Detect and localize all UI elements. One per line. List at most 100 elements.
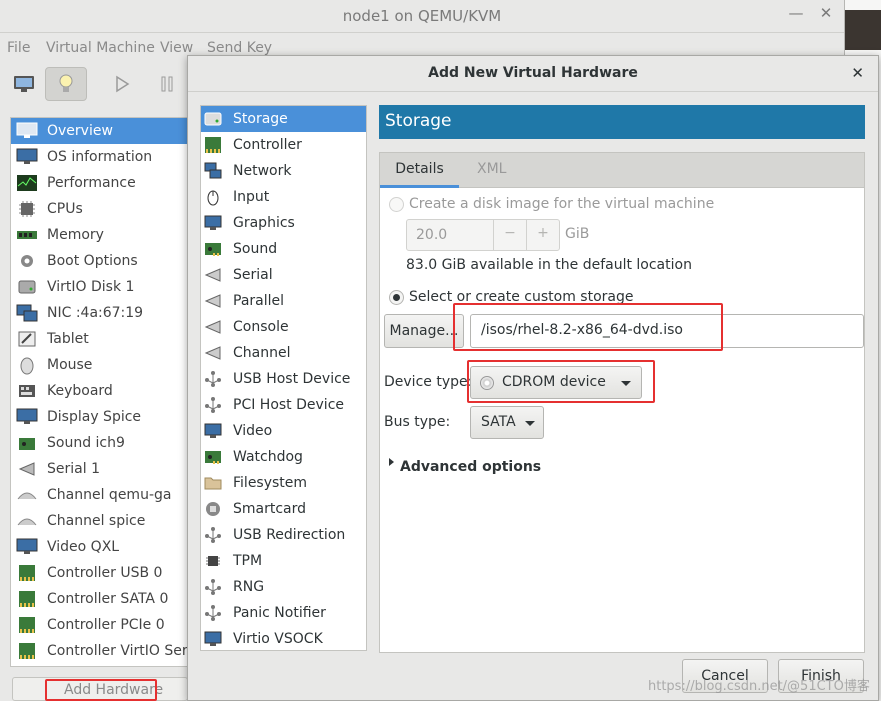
menu-send-key[interactable]: Send Key xyxy=(207,40,272,56)
vsock-icon xyxy=(204,630,222,648)
controller-icon xyxy=(204,136,222,154)
hw-item-smartcard[interactable]: Smartcard xyxy=(201,496,366,522)
add-hardware-button[interactable]: Add Hardware xyxy=(12,677,188,701)
hw-item-graphics[interactable]: Graphics xyxy=(201,210,366,236)
run-button[interactable] xyxy=(101,67,143,101)
hw-item-storage[interactable]: Storage xyxy=(201,106,366,132)
hw-item-label: Virtio VSOCK xyxy=(233,631,323,647)
hw-item-channel[interactable]: Channel xyxy=(201,340,366,366)
hw-item-rng[interactable]: RNG xyxy=(201,574,366,600)
cdrom-icon xyxy=(480,376,494,390)
disk-size-stepper[interactable]: 20.0 − + xyxy=(406,219,560,251)
tablet-icon xyxy=(15,329,39,349)
hw-item-virtio-vsock[interactable]: Virtio VSOCK xyxy=(201,626,366,652)
vm-item-boot-options[interactable]: Boot Options xyxy=(11,248,189,274)
hw-item-label: Graphics xyxy=(233,215,295,231)
hw-item-network[interactable]: Network xyxy=(201,158,366,184)
monitor-icon xyxy=(204,214,222,232)
vm-item-label: Boot Options xyxy=(47,253,138,269)
vm-window-titlebar: node1 on QEMU/KVM — ✕ xyxy=(0,0,844,33)
controller-icon xyxy=(15,615,39,635)
hw-item-video[interactable]: Video xyxy=(201,418,366,444)
cpu-icon xyxy=(15,199,39,219)
vm-item-virtio-disk[interactable]: VirtIO Disk 1 xyxy=(11,274,189,300)
details-view-button[interactable] xyxy=(45,67,87,101)
tab-bar: Details XML xyxy=(379,152,865,188)
vm-item-channel-qemu-ga[interactable]: Channel qemu-ga xyxy=(11,482,189,508)
vm-item-display-spice[interactable]: Display Spice xyxy=(11,404,189,430)
tpm-icon xyxy=(204,552,222,570)
hw-item-label: Controller xyxy=(233,137,302,153)
channel-icon xyxy=(15,485,39,505)
vm-item-serial[interactable]: Serial 1 xyxy=(11,456,189,482)
vm-item-sound[interactable]: Sound ich9 xyxy=(11,430,189,456)
parallel-icon xyxy=(204,292,222,310)
hw-item-usb-redirection[interactable]: USB Redirection xyxy=(201,522,366,548)
custom-storage-radio[interactable] xyxy=(389,290,404,305)
network-icon xyxy=(15,303,39,323)
menu-virtual-machine[interactable]: Virtual Machine xyxy=(46,40,155,56)
manage-button[interactable]: Manage... xyxy=(384,314,464,348)
bus-type-select[interactable]: SATA xyxy=(470,406,544,439)
vm-item-label: Performance xyxy=(47,175,136,191)
vm-window-title: node1 on QEMU/KVM xyxy=(342,7,502,25)
hw-item-pci-host-device[interactable]: PCI Host Device xyxy=(201,392,366,418)
hw-item-filesystem[interactable]: Filesystem xyxy=(201,470,366,496)
create-disk-radio[interactable] xyxy=(389,197,404,212)
hw-item-input[interactable]: Input xyxy=(201,184,366,210)
hw-item-usb-host-device[interactable]: USB Host Device xyxy=(201,366,366,392)
vm-item-memory[interactable]: Memory xyxy=(11,222,189,248)
storage-icon xyxy=(204,110,222,128)
hw-item-watchdog[interactable]: Watchdog xyxy=(201,444,366,470)
vm-item-performance[interactable]: Performance xyxy=(11,170,189,196)
hw-item-label: Watchdog xyxy=(233,449,303,465)
hw-item-label: Video xyxy=(233,423,273,439)
vm-item-keyboard[interactable]: Keyboard xyxy=(11,378,189,404)
vm-item-controller-usb[interactable]: Controller USB 0 xyxy=(11,560,189,586)
hw-item-parallel[interactable]: Parallel xyxy=(201,288,366,314)
available-space-text: 83.0 GiB available in the default locati… xyxy=(406,257,692,273)
vm-item-controller-pcie[interactable]: Controller PCIe 0 xyxy=(11,612,189,638)
hw-item-tpm[interactable]: TPM xyxy=(201,548,366,574)
keyboard-icon xyxy=(15,381,39,401)
vm-item-channel-spice[interactable]: Channel spice xyxy=(11,508,189,534)
vm-item-nic[interactable]: NIC :4a:67:19 xyxy=(11,300,189,326)
minimize-button[interactable]: — xyxy=(786,4,806,26)
vm-item-os-information[interactable]: OS information xyxy=(11,144,189,170)
hw-item-sound[interactable]: Sound xyxy=(201,236,366,262)
dialog-close-button[interactable]: ✕ xyxy=(851,64,864,82)
hw-item-panic-notifier[interactable]: Panic Notifier xyxy=(201,600,366,626)
decrease-button[interactable]: − xyxy=(493,220,526,250)
device-type-select[interactable]: CDROM device xyxy=(470,366,642,399)
vm-item-controller-sata[interactable]: Controller SATA 0 xyxy=(11,586,189,612)
vm-item-controller-virtio-serial[interactable]: Controller VirtIO Serial 0 xyxy=(11,638,189,664)
vm-item-tablet[interactable]: Tablet xyxy=(11,326,189,352)
monitor-icon xyxy=(15,121,39,141)
pause-button[interactable] xyxy=(146,67,188,101)
hw-item-label: Parallel xyxy=(233,293,285,309)
vm-item-mouse[interactable]: Mouse xyxy=(11,352,189,378)
rng-icon xyxy=(204,578,222,596)
advanced-options-expander[interactable]: Advanced options xyxy=(400,459,541,475)
console-view-button[interactable] xyxy=(3,67,45,101)
vm-item-video-qxl[interactable]: Video QXL xyxy=(11,534,189,560)
chevron-right-icon xyxy=(389,458,394,466)
hw-item-label: TPM xyxy=(233,553,263,569)
increase-button[interactable]: + xyxy=(526,220,559,250)
hardware-type-list: Storage Controller Network Input Graphic… xyxy=(200,105,367,651)
tab-details[interactable]: Details xyxy=(380,153,459,188)
close-window-button[interactable]: ✕ xyxy=(816,4,836,26)
tab-xml[interactable]: XML xyxy=(477,161,506,177)
storage-path-input[interactable]: /isos/rhel-8.2-x86_64-dvd.iso xyxy=(470,314,864,348)
vm-item-label: Controller VirtIO Serial 0 xyxy=(47,643,189,659)
network-icon xyxy=(204,162,222,180)
chevron-down-icon xyxy=(621,381,631,386)
smartcard-icon xyxy=(204,500,222,518)
vm-item-overview[interactable]: Overview xyxy=(11,118,189,144)
hw-item-console[interactable]: Console xyxy=(201,314,366,340)
menu-view[interactable]: View xyxy=(160,40,193,56)
hw-item-controller[interactable]: Controller xyxy=(201,132,366,158)
vm-item-cpus[interactable]: CPUs xyxy=(11,196,189,222)
menu-file[interactable]: File xyxy=(7,40,30,56)
hw-item-serial[interactable]: Serial xyxy=(201,262,366,288)
